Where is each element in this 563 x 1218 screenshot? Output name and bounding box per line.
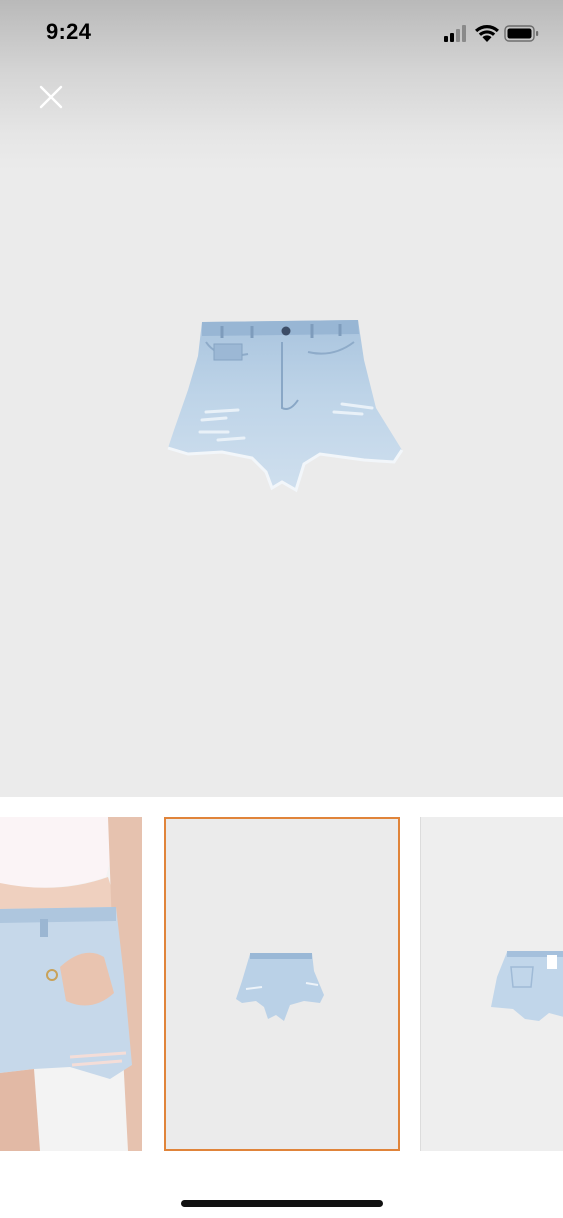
cellular-signal-icon	[444, 25, 466, 42]
close-button[interactable]	[32, 78, 70, 116]
status-icons	[444, 25, 539, 42]
back-product-photo	[491, 951, 563, 1021]
thumbnail-front[interactable]	[164, 817, 400, 1151]
battery-icon	[504, 25, 539, 42]
image-viewer[interactable]: 9:24	[0, 0, 563, 797]
close-icon	[39, 85, 63, 109]
main-product-image	[167, 320, 404, 493]
thumbnail-model[interactable]	[0, 817, 142, 1151]
thumbnail-back[interactable]	[420, 817, 563, 1151]
status-time: 9:24	[46, 19, 92, 44]
front-product-photo	[236, 953, 324, 1021]
wifi-icon	[475, 25, 499, 42]
home-indicator	[181, 1200, 383, 1207]
thumbnail-strip[interactable]	[0, 797, 563, 1197]
model-photo	[0, 817, 142, 1151]
status-bar: 9:24	[0, 0, 563, 68]
